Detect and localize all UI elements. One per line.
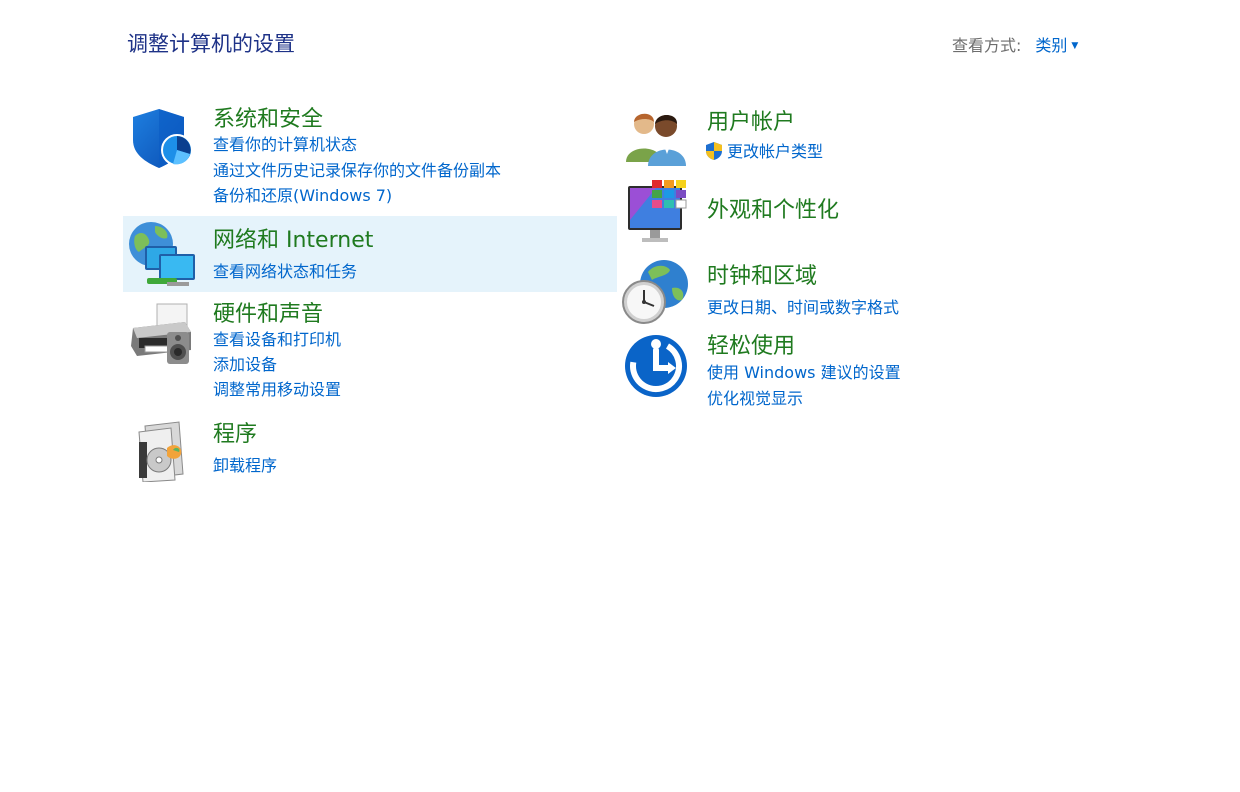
link-view-network-status[interactable]: 查看网络状态和任务 [213, 258, 357, 282]
category-title-hardware-sound[interactable]: 硬件和声音 [213, 296, 323, 328]
link-windows-suggested-settings[interactable]: 使用 Windows 建议的设置 [707, 359, 901, 383]
category-title-user-accounts[interactable]: 用户帐户 [707, 104, 795, 136]
link-change-date-time-format[interactable]: 更改日期、时间或数字格式 [707, 294, 899, 318]
shield-icon[interactable] [129, 106, 195, 172]
category-clock-region: 时钟和区域 更改日期、时间或数字格式 [618, 254, 1112, 326]
chevron-down-icon[interactable]: ▼ [1071, 41, 1078, 51]
link-optimize-visual-display[interactable]: 优化视觉显示 [707, 385, 803, 409]
view-by: 查看方式: 类别 ▼ [952, 32, 1078, 56]
view-by-label: 查看方式: [952, 36, 1022, 55]
category-network-internet[interactable]: 网络和 Internet 查看网络状态和任务 [123, 216, 617, 292]
category-user-accounts: 用户帐户 更改帐户类型 [618, 100, 1112, 172]
category-title-ease-of-access[interactable]: 轻松使用 [707, 328, 795, 360]
category-title-programs[interactable]: 程序 [213, 416, 257, 448]
category-title-appearance[interactable]: 外观和个性化 [707, 192, 839, 224]
link-backup-restore[interactable]: 备份和还原(Windows 7) [213, 182, 392, 206]
link-change-account-type[interactable]: 更改帐户类型 [704, 138, 823, 162]
category-title-clock-region[interactable]: 时钟和区域 [707, 258, 817, 290]
category-programs: 程序 卸载程序 [123, 412, 617, 484]
category-ease-of-access: 轻松使用 使用 Windows 建议的设置 优化视觉显示 [618, 326, 1112, 410]
programs-icon[interactable] [133, 420, 199, 486]
category-system-security: 系统和安全 查看你的计算机状态 通过文件历史记录保存你的文件备份副本 备份和还原… [123, 98, 617, 210]
link-change-account-type-label: 更改帐户类型 [727, 142, 824, 161]
category-appearance: 外观和个性化 [618, 176, 1112, 250]
users-icon[interactable] [626, 108, 692, 174]
category-hardware-sound: 硬件和声音 查看设备和打印机 添加设备 调整常用移动设置 [123, 294, 617, 404]
link-add-device[interactable]: 添加设备 [213, 351, 277, 375]
uac-shield-icon [704, 141, 724, 161]
personalization-icon[interactable] [626, 180, 692, 246]
printer-icon[interactable] [127, 302, 193, 368]
link-view-computer-status[interactable]: 查看你的计算机状态 [213, 131, 357, 155]
category-title-system-security[interactable]: 系统和安全 [213, 101, 323, 133]
link-mobility-settings[interactable]: 调整常用移动设置 [213, 376, 341, 400]
clock-globe-icon[interactable] [622, 258, 688, 324]
link-uninstall-program[interactable]: 卸载程序 [213, 452, 277, 476]
ease-of-access-icon[interactable] [624, 334, 690, 400]
category-title-network-internet[interactable]: 网络和 Internet [213, 222, 373, 254]
view-by-dropdown[interactable]: 类别 [1035, 36, 1067, 55]
link-view-devices-printers[interactable]: 查看设备和打印机 [213, 326, 341, 350]
page-title: 调整计算机的设置 [127, 32, 295, 56]
network-icon[interactable] [127, 220, 195, 286]
link-file-history-backup[interactable]: 通过文件历史记录保存你的文件备份副本 [213, 157, 501, 181]
